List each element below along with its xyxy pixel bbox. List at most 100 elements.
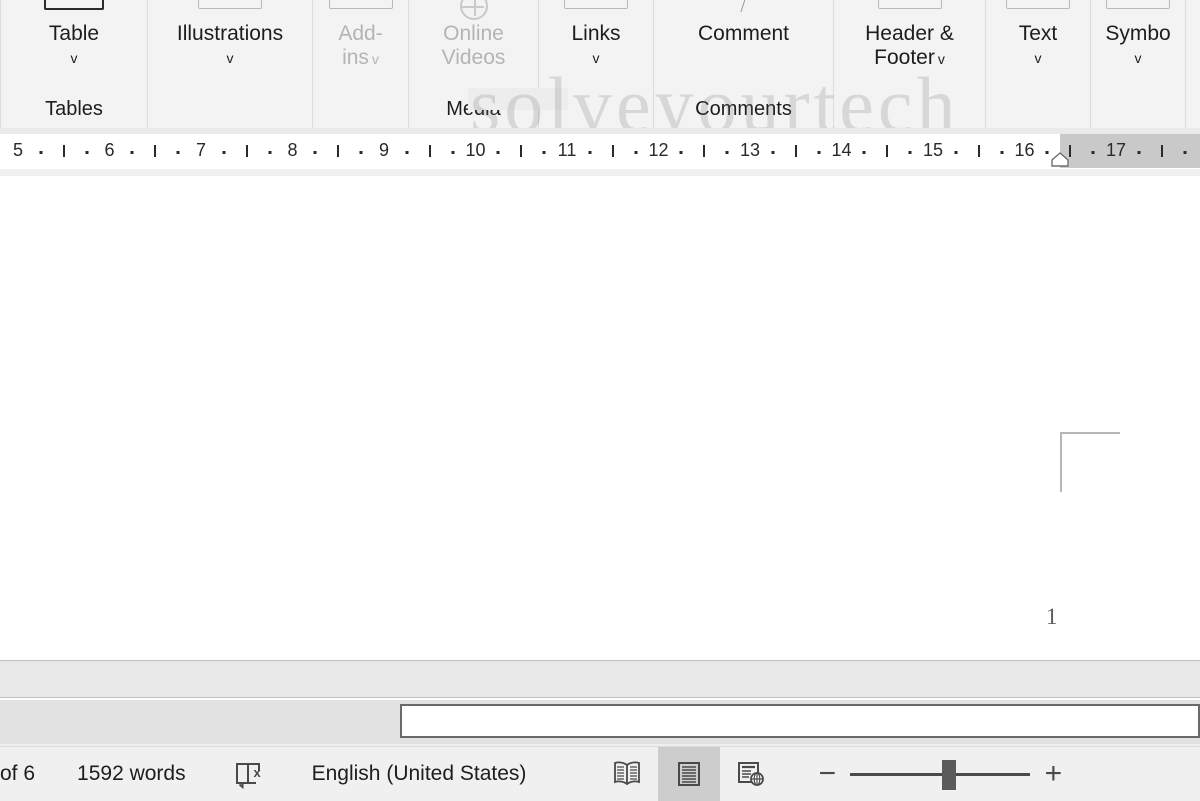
ruler-quarter-tick bbox=[313, 151, 317, 154]
ribbon-button-label: Text bbox=[1018, 22, 1058, 45]
ribbon-group-label: Media bbox=[446, 98, 501, 120]
ribbon-button-symbo[interactable]: Symbo v bbox=[1101, 0, 1175, 98]
text-icon[interactable] bbox=[1006, 0, 1070, 9]
ruler-half-tick bbox=[977, 145, 980, 157]
ruler-half-tick bbox=[1160, 145, 1163, 157]
chevron-down-icon[interactable]: v bbox=[1135, 51, 1142, 65]
ruler-quarter-tick bbox=[1091, 151, 1095, 154]
ruler-half-tick bbox=[1069, 145, 1072, 157]
ribbon-button-table[interactable]: Table v bbox=[11, 0, 137, 98]
ruler-quarter-tick bbox=[908, 151, 912, 154]
zoom-slider-thumb[interactable] bbox=[942, 759, 957, 790]
word-count[interactable]: 1592 words bbox=[67, 747, 196, 801]
page-indicator[interactable]: of 6 bbox=[0, 747, 45, 801]
right-indent-marker[interactable] bbox=[1051, 152, 1069, 167]
text-boundary-corner bbox=[1060, 432, 1120, 492]
ruler-half-tick bbox=[154, 145, 157, 157]
chevron-down-icon[interactable]: v bbox=[372, 51, 379, 67]
view-mode-buttons bbox=[596, 747, 782, 801]
word-count-label: 1592 words bbox=[77, 762, 186, 785]
horizontal-scrollbar[interactable] bbox=[0, 700, 1200, 747]
ruler-number: 12 bbox=[648, 140, 669, 160]
ribbon-button-label: Links bbox=[571, 22, 621, 45]
ruler-quarter-tick bbox=[496, 151, 500, 154]
ruler-quarter-tick bbox=[862, 151, 866, 154]
header-footer-icon[interactable] bbox=[877, 0, 942, 9]
ruler-number: 16 bbox=[1014, 140, 1035, 160]
page-number: 1 bbox=[1046, 604, 1058, 629]
ruler-quarter-tick bbox=[405, 151, 409, 154]
zoom-out-button[interactable]: − bbox=[814, 759, 840, 789]
chevron-down-icon[interactable]: v bbox=[71, 51, 78, 65]
ruler-quarter-tick bbox=[588, 151, 592, 154]
read-mode-icon bbox=[614, 761, 641, 786]
ruler-quarter-tick bbox=[451, 151, 455, 154]
ruler-number: 17 bbox=[1105, 140, 1127, 160]
zoom-slider-track[interactable] bbox=[850, 759, 1031, 790]
ruler-half-tick bbox=[794, 145, 797, 157]
page-of-label: of 6 bbox=[0, 762, 36, 785]
ribbon-groups: TablevTablesIllustrationsv.Add- insv.Onl… bbox=[0, 0, 1200, 128]
ruler-half-tick bbox=[245, 145, 248, 157]
add-ins-icon[interactable] bbox=[328, 0, 393, 9]
horizontal-scroll-thumb[interactable] bbox=[400, 704, 1200, 738]
ruler-quarter-tick bbox=[85, 151, 89, 154]
ruler-number: 14 bbox=[831, 140, 852, 160]
ruler-quarter-tick bbox=[1137, 151, 1141, 154]
comment-balloon-icon[interactable] bbox=[738, 0, 749, 12]
status-bar: of 6 1592 words x English (United States… bbox=[0, 746, 1200, 801]
view-button-print-layout[interactable] bbox=[658, 747, 721, 801]
below-page-gap bbox=[0, 660, 1200, 698]
ribbon-group-table: Table v Tables bbox=[0, 0, 148, 128]
ribbon-button-label: Online Videos bbox=[441, 22, 506, 69]
ribbon-button-links[interactable]: Links v bbox=[549, 0, 643, 98]
ruler-right-margin-region bbox=[1060, 134, 1200, 168]
ribbon-button-header---footer[interactable]: Header & Footer v bbox=[844, 0, 975, 98]
ruler-half-tick bbox=[520, 145, 523, 157]
view-button-web-layout[interactable] bbox=[720, 747, 782, 801]
chevron-down-icon[interactable]: v bbox=[227, 51, 234, 65]
ruler-number: 5 bbox=[12, 140, 24, 160]
ribbon-group-add--ins: Add- insv. bbox=[313, 0, 409, 128]
ribbon-button-illustrations[interactable]: Illustrations v bbox=[158, 0, 302, 98]
ruler-quarter-tick bbox=[1045, 151, 1049, 154]
ruler-quarter-tick bbox=[39, 151, 43, 154]
ruler-track[interactable]: 5 6 7 8 9 10 11 12 13 14 15 16 17 bbox=[0, 134, 1200, 168]
document-page[interactable]: 1 bbox=[0, 176, 1200, 660]
proofing-status[interactable]: x bbox=[224, 747, 278, 801]
symbols-icon[interactable] bbox=[1106, 0, 1170, 9]
web-layout-icon bbox=[738, 762, 765, 786]
chevron-down-icon[interactable]: v bbox=[938, 51, 945, 67]
ruler-quarter-tick bbox=[771, 151, 775, 154]
zoom-in-button[interactable]: + bbox=[1040, 759, 1066, 789]
ribbon-button-comment[interactable]: Comment bbox=[664, 0, 823, 98]
ribbon-button-label: Symbo bbox=[1105, 22, 1171, 45]
table-icon[interactable] bbox=[44, 0, 104, 10]
right-indent-glyph bbox=[1051, 152, 1069, 167]
document-area[interactable]: 1 bbox=[0, 176, 1200, 660]
ruler-quarter-tick bbox=[222, 151, 226, 154]
ruler-number: 13 bbox=[739, 140, 761, 160]
links-icon[interactable] bbox=[564, 0, 628, 9]
chevron-down-icon[interactable]: v bbox=[593, 51, 600, 65]
ruler-quarter-tick bbox=[542, 151, 546, 154]
ruler-quarter-tick bbox=[817, 151, 821, 154]
ruler-number: 15 bbox=[922, 140, 944, 160]
chevron-down-icon[interactable]: v bbox=[1035, 51, 1042, 65]
ribbon-group-symbo: Symbov. bbox=[1091, 0, 1186, 128]
ruler-quarter-tick bbox=[359, 151, 363, 154]
ribbon-button-text[interactable]: Text v bbox=[996, 0, 1080, 98]
ribbon-group-header---footer: Header & Footerv. bbox=[834, 0, 986, 128]
illustrations-icon[interactable] bbox=[198, 0, 262, 9]
ruler[interactable]: 5 6 7 8 9 10 11 12 13 14 15 16 17 bbox=[0, 128, 1200, 177]
ruler-number: 8 bbox=[287, 140, 298, 160]
proofing-errors-icon: x bbox=[235, 763, 261, 789]
language-label: English (United States) bbox=[311, 762, 527, 785]
view-button-read-mode[interactable] bbox=[596, 747, 658, 801]
ribbon: TablevTablesIllustrationsv.Add- insv.Onl… bbox=[0, 0, 1200, 129]
ribbon-button-add--ins[interactable]: Add- ins v bbox=[323, 0, 398, 98]
ruler-half-tick bbox=[337, 145, 340, 157]
language-status[interactable]: English (United States) bbox=[302, 747, 537, 801]
svg-text:x: x bbox=[253, 765, 261, 780]
ruler-quarter-tick bbox=[176, 151, 180, 154]
